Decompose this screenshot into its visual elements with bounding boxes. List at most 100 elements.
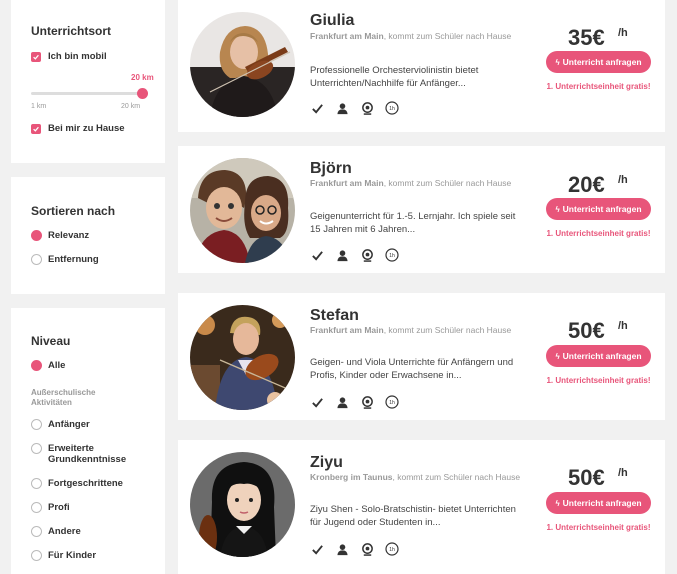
- sort-panel: Sortieren nach Relevanz Entfernung: [11, 177, 165, 294]
- teacher-description: Geigen- und Viola Unterrichte für Anfäng…: [310, 357, 514, 381]
- level-option-pro[interactable]: Profi: [31, 502, 70, 513]
- webcam-icon: [360, 101, 374, 115]
- mobile-checkbox-row[interactable]: Ich bin mobil: [31, 51, 107, 62]
- teacher-price: 20€: [568, 172, 605, 197]
- level-option-label: Fortgeschrittene: [48, 478, 123, 489]
- request-lesson-button[interactable]: ϟ Unterricht anfragen: [546, 345, 651, 367]
- teacher-card[interactable]: Björn Frankfurt am Main, kommt zum Schül…: [178, 146, 665, 273]
- teacher-location: Frankfurt am Main, kommt zum Schüler nac…: [310, 325, 525, 335]
- level-radio[interactable]: [31, 443, 42, 454]
- free-lesson-promo: 1. Unterrichtseinheit gratis!: [546, 229, 651, 238]
- home-checkbox[interactable]: [31, 123, 41, 134]
- teacher-price: 50€: [568, 318, 605, 343]
- request-lesson-label: Unterricht anfragen: [562, 498, 642, 508]
- webcam-icon: [360, 395, 374, 409]
- level-radio[interactable]: [31, 419, 42, 430]
- badge-row: 1h: [310, 101, 399, 115]
- first-hour-text: 1h: [389, 106, 395, 112]
- teacher-name[interactable]: Stefan: [310, 307, 359, 325]
- teacher-location: Kronberg im Taunus, kommt zum Schüler na…: [310, 472, 525, 482]
- teacher-card[interactable]: Stefan Frankfurt am Main, kommt zum Schü…: [178, 293, 665, 420]
- level-option-all[interactable]: Alle: [31, 360, 65, 371]
- sort-option-relevance[interactable]: Relevanz: [31, 230, 89, 241]
- first-hour-text: 1h: [389, 400, 395, 406]
- teacher-avatar[interactable]: [190, 12, 295, 117]
- request-lesson-label: Unterricht anfragen: [562, 204, 642, 214]
- free-lesson-promo: 1. Unterrichtseinheit gratis!: [546, 82, 651, 91]
- level-option-label: Profi: [48, 502, 70, 513]
- teacher-mode: , kommt zum Schüler nach Hause: [383, 178, 512, 188]
- teacher-description: Geigenunterricht für 1.-5. Lernjahr. Ich…: [310, 211, 516, 235]
- person-icon: [335, 248, 349, 262]
- teacher-mode: , kommt zum Schüler nach Hause: [383, 31, 512, 41]
- price-unit: /h: [618, 467, 628, 479]
- location-filter-panel: Unterrichtsort Ich bin mobil 20 km 1 km …: [11, 0, 165, 163]
- level-radio[interactable]: [31, 478, 42, 489]
- price-unit: /h: [618, 27, 628, 39]
- home-label: Bei mir zu Hause: [48, 123, 125, 134]
- badge-row: 1h: [310, 248, 399, 262]
- level-radio[interactable]: [31, 550, 42, 561]
- bolt-icon: ϟ: [555, 204, 560, 214]
- price-unit: /h: [618, 320, 628, 332]
- request-lesson-button[interactable]: ϟ Unterricht anfragen: [546, 198, 651, 220]
- check-icon: [310, 248, 324, 262]
- level-option-label: Erweiterte Grundkenntnisse: [48, 443, 127, 465]
- teacher-location: Frankfurt am Main, kommt zum Schüler nac…: [310, 31, 525, 41]
- teacher-city: Frankfurt am Main: [310, 31, 384, 41]
- slider-handle[interactable]: [137, 88, 148, 99]
- level-radio[interactable]: [31, 502, 42, 513]
- sort-option-label: Relevanz: [48, 230, 90, 241]
- teacher-description: Ziyu Shen - Solo-Bratschistin- bietet Un…: [310, 504, 516, 528]
- sort-radio-distance[interactable]: [31, 254, 42, 265]
- mobile-label: Ich bin mobil: [48, 51, 107, 62]
- level-option-other[interactable]: Andere: [31, 526, 81, 537]
- teacher-avatar[interactable]: [190, 158, 295, 263]
- level-option-label: Andere: [48, 526, 81, 537]
- slider-min-label: 1 km: [31, 103, 47, 110]
- teacher-name[interactable]: Giulia: [310, 12, 354, 30]
- sort-option-label: Entfernung: [48, 254, 99, 265]
- level-option-beginner[interactable]: Anfänger: [31, 419, 90, 430]
- level-option-label: Für Kinder: [48, 550, 97, 561]
- bolt-icon: ϟ: [555, 351, 560, 361]
- person-icon: [335, 101, 349, 115]
- first-hour-text: 1h: [389, 547, 395, 553]
- sort-option-distance[interactable]: Entfernung: [31, 254, 99, 265]
- first-hour-text: 1h: [389, 253, 395, 259]
- level-option-extended[interactable]: Erweiterte Grundkenntnisse: [31, 443, 143, 465]
- checkmark-icon: [33, 54, 39, 60]
- level-option-advanced[interactable]: Fortgeschrittene: [31, 478, 123, 489]
- sort-radio-relevance[interactable]: [31, 230, 42, 241]
- first-hour-icon: 1h: [385, 101, 399, 115]
- check-icon: [310, 395, 324, 409]
- request-lesson-button[interactable]: ϟ Unterricht anfragen: [546, 492, 651, 514]
- teacher-city: Frankfurt am Main: [310, 178, 384, 188]
- level-radio-all[interactable]: [31, 360, 42, 371]
- home-checkbox-row[interactable]: Bei mir zu Hause: [31, 123, 125, 134]
- teacher-price: 35€: [568, 25, 605, 50]
- teacher-card[interactable]: Ziyu Kronberg im Taunus, kommt zum Schül…: [178, 440, 665, 574]
- level-option-kids[interactable]: Für Kinder: [31, 550, 96, 561]
- teacher-mode: , kommt zum Schüler nach Hause: [392, 472, 521, 482]
- teacher-description: Professionelle Orchesterviolinistin biet…: [310, 65, 479, 89]
- level-group-label: Außerschulische Aktivitäten: [31, 388, 96, 407]
- teacher-city: Frankfurt am Main: [310, 325, 384, 335]
- level-radio[interactable]: [31, 526, 42, 537]
- check-icon: [310, 101, 324, 115]
- level-option-label: Alle: [48, 360, 66, 371]
- request-lesson-label: Unterricht anfragen: [562, 351, 642, 361]
- teacher-avatar[interactable]: [190, 305, 295, 410]
- first-hour-icon: 1h: [385, 248, 399, 262]
- teacher-price: 50€: [568, 465, 605, 490]
- distance-slider[interactable]: [31, 88, 149, 99]
- request-lesson-button[interactable]: ϟ Unterricht anfragen: [546, 51, 651, 73]
- teacher-card[interactable]: Giulia Frankfurt am Main, kommt zum Schü…: [178, 0, 665, 132]
- teacher-avatar[interactable]: [190, 452, 295, 557]
- first-hour-icon: 1h: [385, 542, 399, 556]
- teacher-name[interactable]: Björn: [310, 160, 352, 178]
- mobile-checkbox[interactable]: [31, 51, 41, 62]
- teacher-name[interactable]: Ziyu: [310, 454, 343, 472]
- check-icon: [310, 542, 324, 556]
- teacher-mode: , kommt zum Schüler nach Hause: [383, 325, 512, 335]
